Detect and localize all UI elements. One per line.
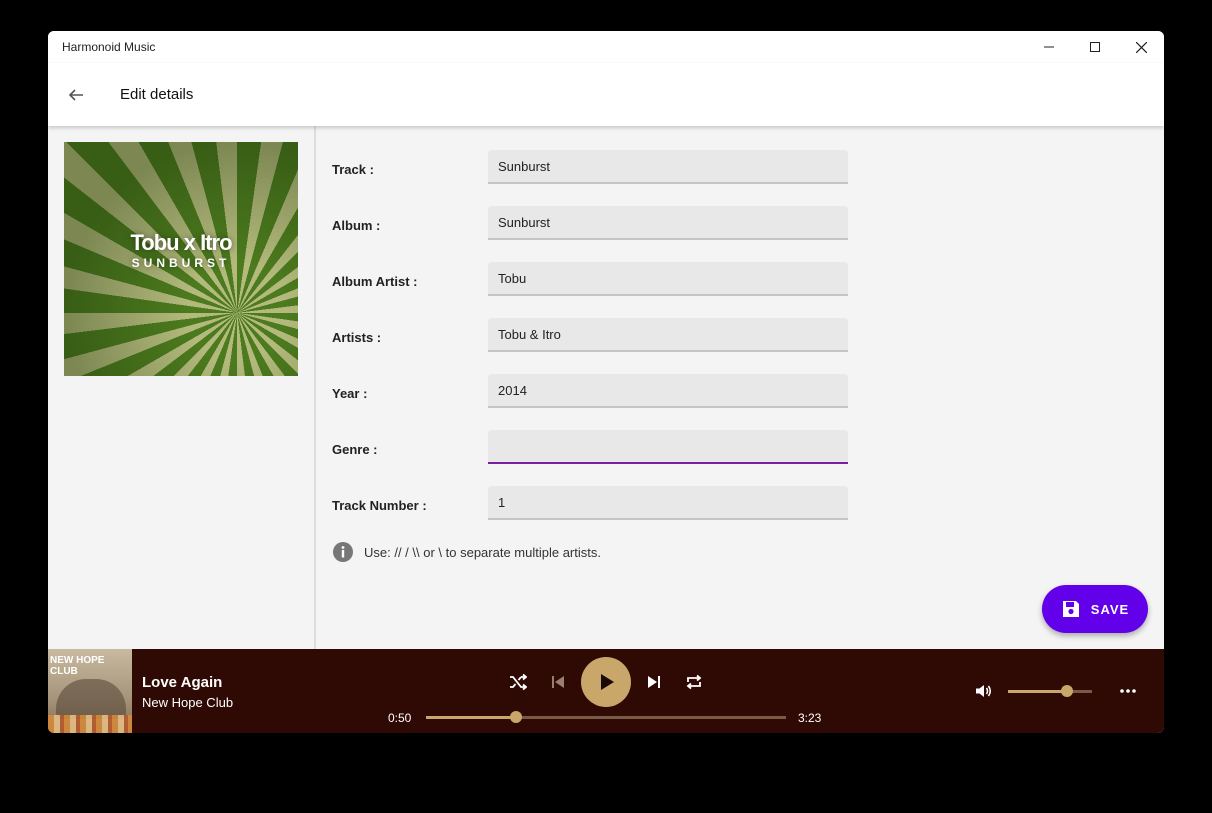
back-button[interactable]: [64, 83, 88, 107]
track-label: Track :: [332, 162, 374, 177]
minimize-icon: [1044, 46, 1054, 48]
field-row-album: Album :: [332, 206, 852, 246]
track-number-input[interactable]: [488, 486, 848, 520]
volume-thumb[interactable]: [1060, 685, 1073, 697]
save-label: SAVE: [1090, 601, 1130, 617]
shuffle-icon: [510, 673, 527, 691]
field-row-track: Track :: [332, 150, 852, 190]
elapsed-time: 0:50: [388, 711, 412, 725]
now-playing-thumbnail[interactable]: NEW HOPE CLUB: [48, 649, 132, 733]
save-button[interactable]: SAVE: [1042, 585, 1148, 633]
year-label: Year :: [332, 386, 368, 401]
now-playing-bar: NEW HOPE CLUB Love Again New Hope Club 0…: [48, 649, 1164, 733]
close-icon: [1135, 41, 1147, 53]
play-icon: [601, 674, 614, 690]
song-title: Love Again: [142, 674, 223, 691]
track-input[interactable]: [488, 150, 848, 184]
page-title: Edit details: [120, 86, 194, 103]
more-horizontal-icon: [1120, 689, 1136, 693]
arrow-left-icon: [68, 89, 83, 101]
total-duration: 3:23: [798, 711, 822, 725]
more-options-button[interactable]: [1116, 679, 1140, 703]
song-artist: New Hope Club: [142, 695, 234, 710]
field-row-genre: Genre :: [332, 430, 852, 470]
album-art-pane: Tobu x Itro SUNBURST: [48, 126, 316, 649]
edit-form: Track : Album : Album Artist : Artists :…: [316, 126, 1164, 649]
album-art: Tobu x Itro SUNBURST: [64, 142, 298, 376]
repeat-button[interactable]: [682, 670, 706, 694]
maximize-button[interactable]: [1072, 31, 1118, 63]
artists-label: Artists :: [332, 330, 382, 345]
artist-separator-hint: Use: // / \\ or \ to separate multiple a…: [332, 540, 601, 564]
hint-text: Use: // / \\ or \ to separate multiple a…: [364, 544, 601, 560]
volume-level: [1008, 690, 1067, 693]
volume-button[interactable]: [972, 679, 996, 703]
volume-slider[interactable]: [1008, 685, 1092, 697]
genre-input[interactable]: [488, 430, 848, 464]
seek-thumb[interactable]: [510, 711, 522, 723]
band-photo: [56, 679, 126, 719]
year-input[interactable]: [488, 374, 848, 408]
field-row-track-number: Track Number :: [332, 486, 852, 526]
genre-label: Genre :: [332, 442, 378, 457]
album-artist-label: Album Artist :: [332, 274, 418, 289]
field-row-year: Year :: [332, 374, 852, 414]
volume-icon: [976, 685, 992, 697]
album-art-logo: Tobu x Itro: [130, 230, 232, 255]
title-bar[interactable]: Harmonoid Music: [48, 31, 1164, 63]
window-title: Harmonoid Music: [62, 40, 156, 54]
field-row-album-artist: Album Artist :: [332, 262, 852, 302]
thumbnail-band-text: NEW HOPE CLUB: [50, 655, 105, 677]
previous-button[interactable]: [546, 670, 570, 694]
info-icon: [333, 542, 353, 562]
skip-previous-icon: [552, 676, 564, 688]
minimize-button[interactable]: [1026, 31, 1072, 63]
maximize-icon: [1090, 42, 1100, 52]
skip-next-icon: [648, 676, 660, 688]
play-button[interactable]: [581, 657, 631, 707]
album-label: Album :: [332, 218, 381, 233]
field-row-artists: Artists :: [332, 318, 852, 358]
repeat-icon: [686, 674, 702, 690]
album-art-subtitle: SUNBURST: [131, 256, 231, 270]
flowers-decoration: [48, 715, 132, 733]
artists-input[interactable]: [488, 318, 848, 352]
track-number-label: Track Number :: [332, 498, 427, 513]
next-button[interactable]: [642, 670, 666, 694]
album-input[interactable]: [488, 206, 848, 240]
album-artist-input[interactable]: [488, 262, 848, 296]
close-button[interactable]: [1118, 31, 1164, 63]
seek-bar[interactable]: [426, 711, 786, 723]
floppy-disk-icon: [1061, 599, 1081, 619]
shuffle-button[interactable]: [506, 670, 530, 694]
app-window: Harmonoid Music Edit details Tobu x Itro…: [48, 31, 1164, 733]
app-bar: Edit details: [48, 63, 1164, 126]
seek-progress: [426, 716, 516, 719]
